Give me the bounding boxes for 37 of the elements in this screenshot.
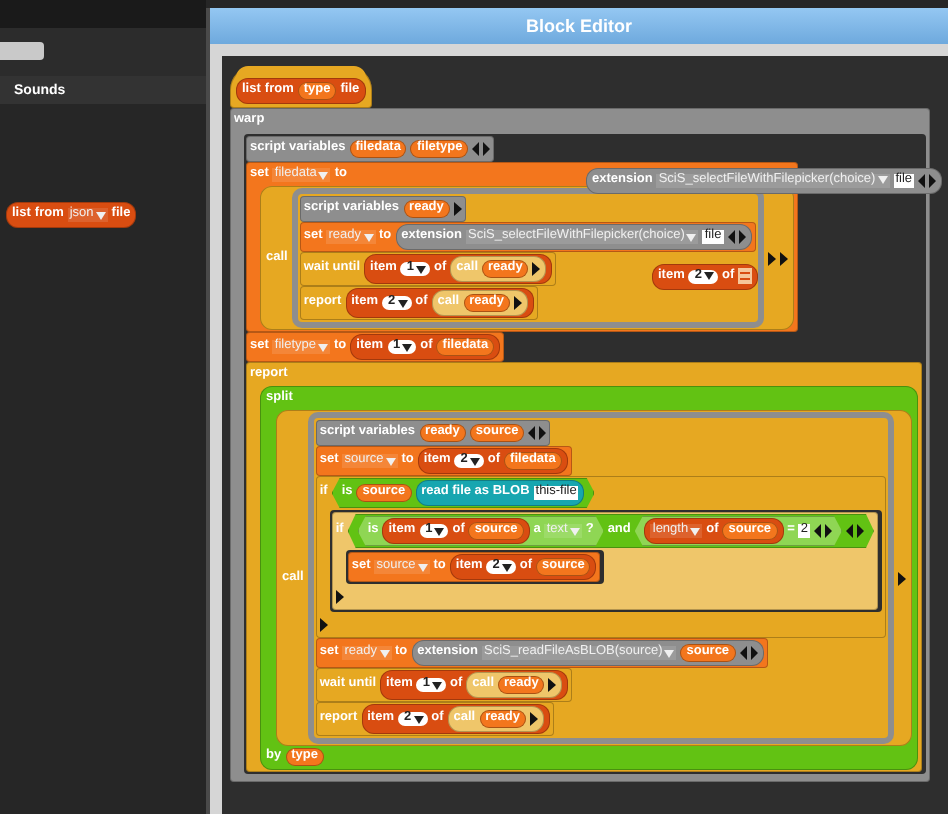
left-right-arrows-icon[interactable]: [845, 524, 864, 538]
caret-icon: [318, 171, 329, 179]
left-right-arrows-icon[interactable]: [727, 230, 746, 244]
left-right-arrows-icon[interactable]: [813, 524, 832, 538]
caret-icon: [569, 527, 580, 535]
caret-icon: [501, 563, 512, 571]
list-icon: [738, 268, 753, 285]
caret-icon: [417, 563, 428, 571]
left-right-arrows-icon[interactable]: [528, 426, 547, 440]
caret-icon: [469, 457, 480, 465]
caret-icon: [686, 233, 697, 241]
caret-icon: [664, 649, 675, 657]
caret-icon: [379, 649, 390, 657]
caret-icon: [877, 176, 888, 185]
right-arrow-icon[interactable]: [529, 712, 538, 726]
right-arrow-icon[interactable]: [532, 262, 541, 276]
caret-icon: [434, 527, 445, 535]
left-right-arrows-icon[interactable]: [472, 142, 491, 156]
caret-icon: [95, 211, 106, 219]
caret-icon: [413, 715, 424, 723]
right-arrow-icon[interactable]: [453, 202, 462, 216]
right-arrow-icon[interactable]: [548, 678, 557, 692]
caret-icon: [690, 527, 701, 535]
left-right-arrows-icon[interactable]: [739, 646, 758, 660]
right-arrow-icon[interactable]: [513, 296, 522, 310]
caret-icon: [432, 681, 443, 689]
caret-icon: [397, 299, 408, 307]
caret-icon: [385, 457, 396, 465]
caret-icon: [416, 265, 427, 273]
right-arrow-icon[interactable]: [897, 571, 906, 585]
caret-icon: [402, 343, 413, 351]
window-title: Block Editor: [525, 16, 632, 36]
input-field[interactable]: [0, 42, 44, 60]
caret-icon: [318, 343, 329, 351]
left-right-arrows-icon[interactable]: [918, 173, 937, 188]
caret-icon: [363, 233, 374, 241]
caret-icon: [704, 272, 714, 281]
